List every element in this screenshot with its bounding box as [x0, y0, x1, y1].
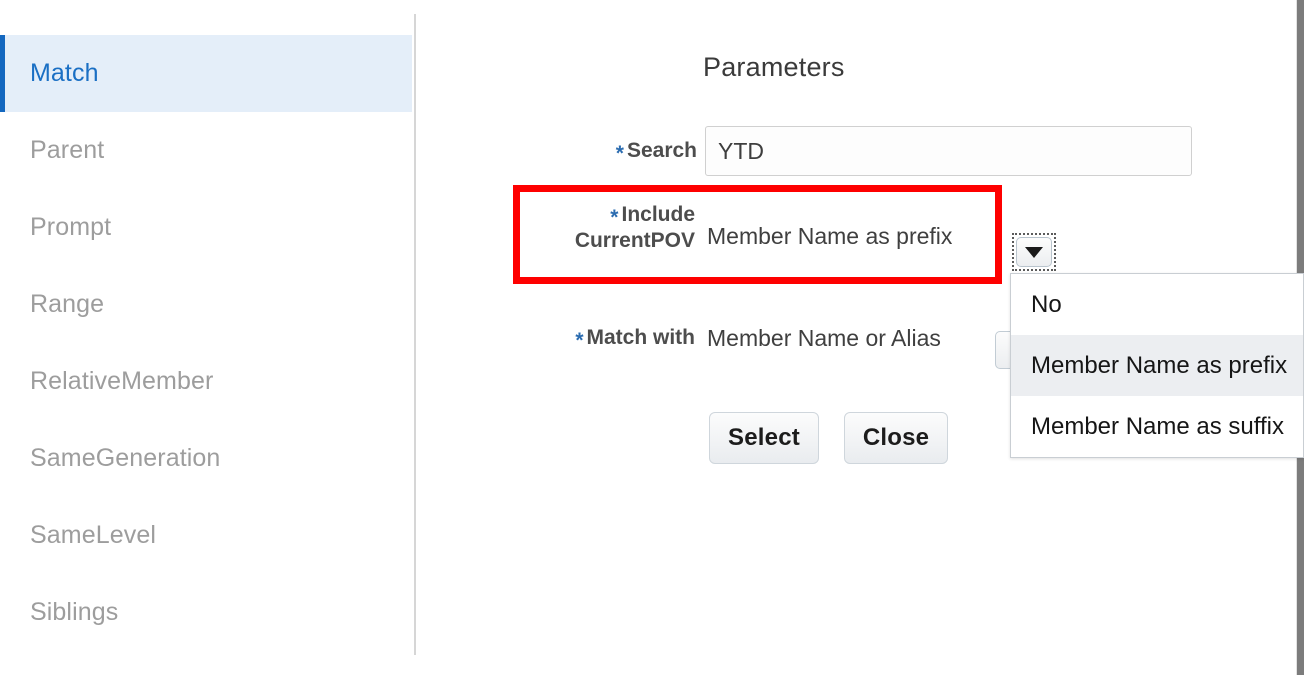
match-with-label: *Match with [525, 325, 695, 351]
sidebar-item-label: RelativeMember [30, 367, 213, 396]
sidebar-item-label: SameGeneration [30, 444, 220, 473]
search-label: *Search [497, 138, 697, 164]
include-currentpov-label: *Include CurrentPOV [535, 202, 695, 254]
required-asterisk: * [616, 142, 624, 165]
sidebar-item-label: SameLevel [30, 521, 156, 550]
sidebar-divider [414, 14, 416, 655]
include-currentpov-dropdown-list[interactable]: No Member Name as prefix Member Name as … [1010, 273, 1304, 458]
sidebar-item-samelevel[interactable]: SameLevel [0, 497, 412, 574]
sidebar-item-parent[interactable]: Parent [0, 112, 412, 189]
function-list-sidebar: Match Parent Prompt Range RelativeMember… [0, 0, 414, 675]
close-button[interactable]: Close [844, 412, 948, 464]
dropdown-option-member-name-as-prefix[interactable]: Member Name as prefix [1011, 335, 1303, 396]
sidebar-item-match[interactable]: Match [0, 35, 412, 112]
search-label-text: Search [627, 139, 697, 162]
match-with-label-text: Match with [587, 326, 696, 349]
sidebar-item-samegeneration[interactable]: SameGeneration [0, 420, 412, 497]
required-asterisk: * [610, 206, 618, 229]
include-currentpov-dropdown-button[interactable] [1012, 233, 1056, 271]
dropdown-option-no[interactable]: No [1011, 274, 1303, 335]
sidebar-item-relativemember[interactable]: RelativeMember [0, 343, 412, 420]
sidebar-item-label: Range [30, 290, 104, 319]
dropdown-option-member-name-as-suffix[interactable]: Member Name as suffix [1011, 396, 1303, 457]
match-with-value: Member Name or Alias [707, 325, 941, 352]
app-window: Match Parent Prompt Range RelativeMember… [0, 0, 1304, 675]
match-with-row: *Match with Member Name or Alias [525, 325, 941, 352]
required-asterisk: * [575, 329, 583, 352]
search-input[interactable] [705, 126, 1192, 176]
include-currentpov-label-line1: Include [621, 203, 695, 226]
sidebar-item-label: Prompt [30, 213, 111, 242]
sidebar-item-label: Match [30, 59, 99, 88]
chevron-down-icon [1025, 247, 1043, 258]
select-button[interactable]: Select [709, 412, 819, 464]
sidebar-item-prompt[interactable]: Prompt [0, 189, 412, 266]
sidebar-item-label: Parent [30, 136, 104, 165]
search-row: *Search [497, 126, 1192, 176]
include-currentpov-row: *Include CurrentPOV Member Name as prefi… [535, 202, 952, 254]
page-title: Parameters [703, 52, 845, 83]
sidebar-item-label: Siblings [30, 598, 118, 627]
include-currentpov-label-line2: CurrentPOV [575, 229, 695, 252]
include-currentpov-value: Member Name as prefix [707, 223, 952, 250]
sidebar-item-range[interactable]: Range [0, 266, 412, 343]
sidebar-item-siblings[interactable]: Siblings [0, 574, 412, 651]
dropdown-button-face[interactable] [1016, 237, 1052, 267]
